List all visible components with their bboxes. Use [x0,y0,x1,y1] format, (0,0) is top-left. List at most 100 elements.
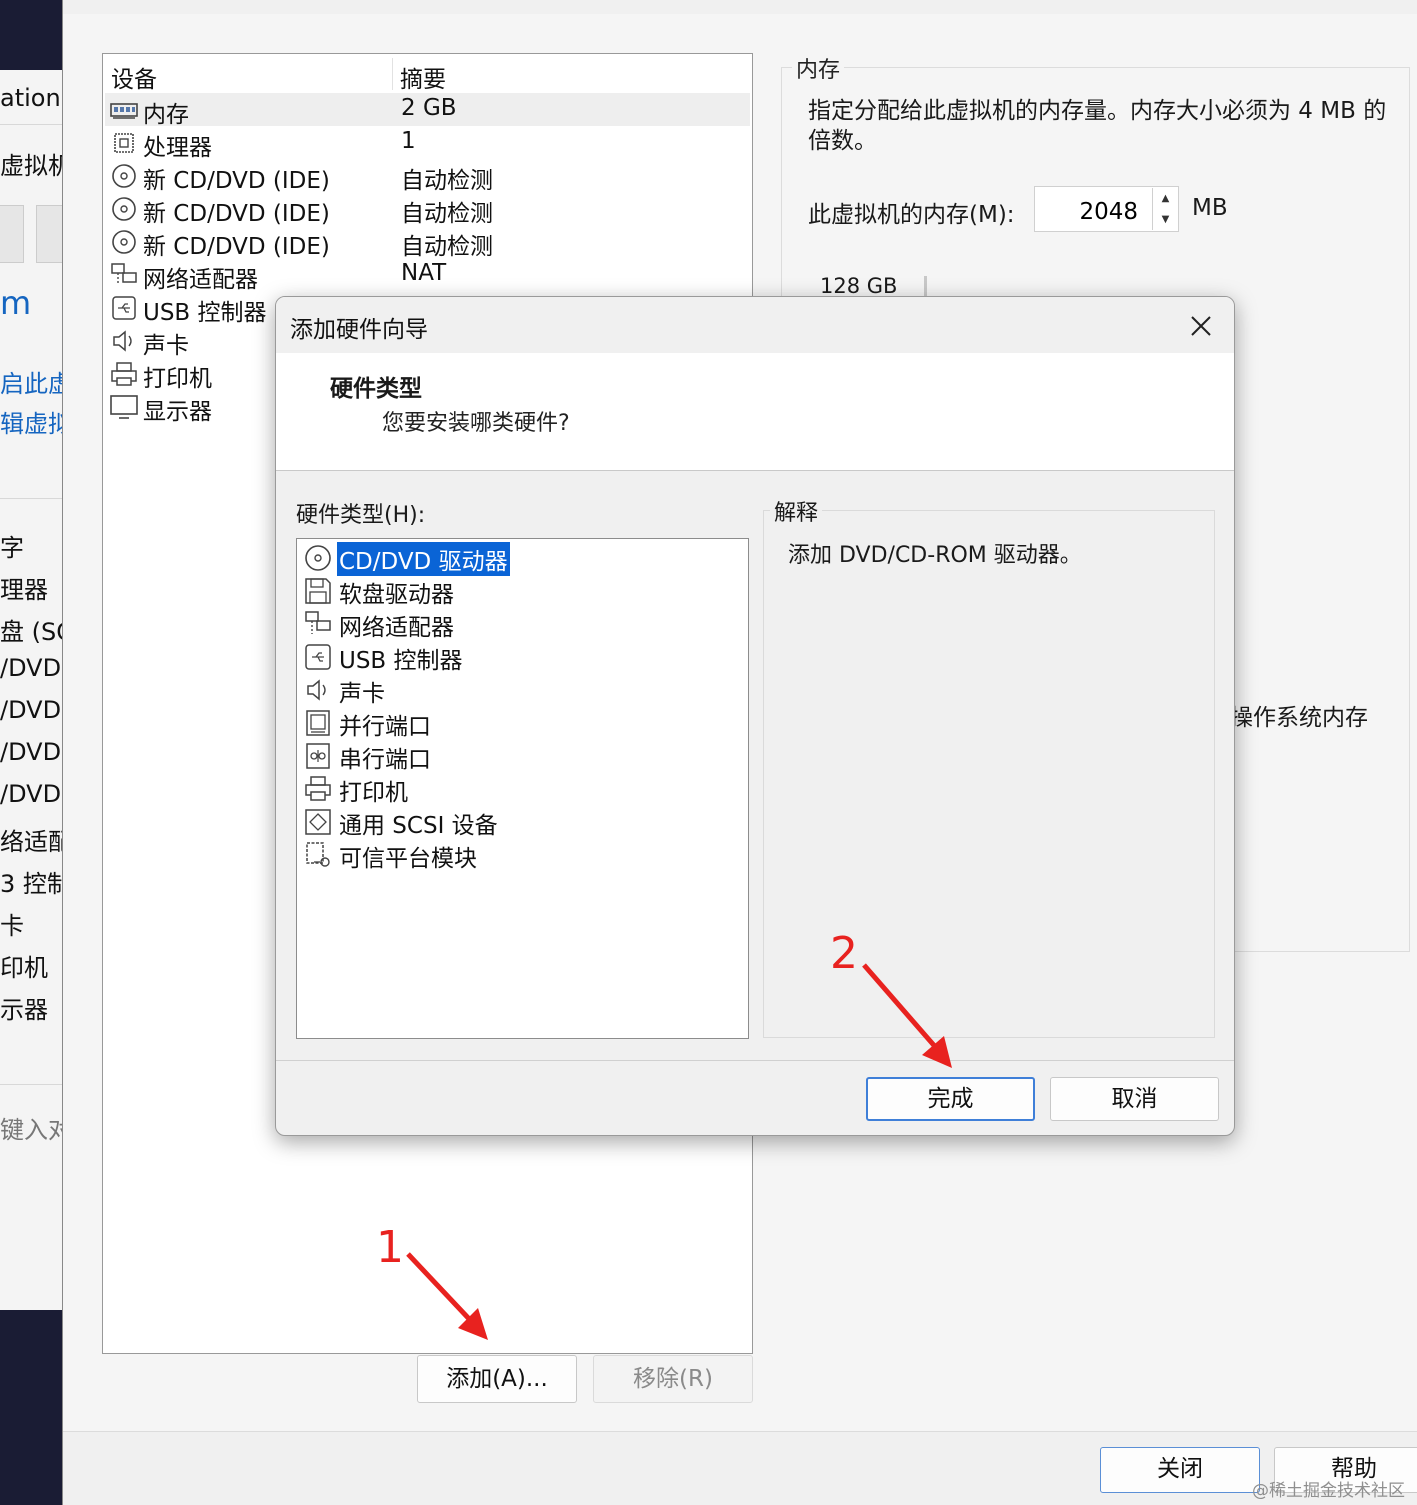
background-device-item: /DVD [0,780,62,808]
hardware-item-label: 软盘驱动器 [339,582,454,608]
cd-icon [305,545,331,571]
usb-icon [305,644,331,670]
device-name: USB 控制器 [143,300,267,326]
wizard-header: 硬件类型 您要安装哪类硬件? [276,353,1234,471]
memory-spinner[interactable]: ▲ ▼ [1152,188,1178,230]
sound-icon [113,330,132,352]
column-device[interactable]: 设备 [111,60,157,94]
device-summary: 自动检测 [401,201,493,227]
background-app-title: ation [0,84,61,112]
add-hardware-wizard: 添加硬件向导 硬件类型 您要安装哪类硬件? 硬件类型(H): CD/DVD 驱动… [275,296,1235,1136]
device-summary: 自动检测 [401,168,493,194]
device-summary: NAT [401,260,447,286]
printer-icon [111,362,137,386]
hardware-item-label: 并行端口 [339,714,431,740]
device-row-processor[interactable]: 处理器 1 [105,126,750,161]
background-link-edit[interactable]: 辑虚拟 [0,404,62,439]
wizard-footer-divider [276,1060,1234,1061]
wizard-subheading: 您要安装哪类硬件? [382,411,570,436]
hardware-item-label: CD/DVD 驱动器 [336,541,511,577]
hardware-item-label: 可信平台模块 [339,846,477,872]
network-icon [305,611,331,634]
column-divider [392,58,393,90]
memory-unit: MB [1192,195,1228,221]
device-name: 处理器 [143,135,212,161]
cancel-button[interactable]: 取消 [1050,1077,1219,1121]
tpm-icon [306,842,330,867]
background-device-item: 字 [0,534,24,562]
background-device-item: 3 控制 [0,870,62,898]
device-name: 网络适配器 [143,267,258,293]
os-memory-note: 操作系统内存 [1230,705,1368,731]
device-row-network[interactable]: 网络适配器 NAT [105,258,750,293]
device-row-cd-dvd[interactable]: 新 CD/DVD (IDE) 自动检测 [105,192,750,227]
wizard-title: 添加硬件向导 [290,317,428,343]
device-row-cd-dvd[interactable]: 新 CD/DVD (IDE) 自动检测 [105,159,750,194]
add-hardware-button[interactable]: 添加(A)... [417,1355,577,1403]
background-device-item: 盘 (SCS [0,618,62,646]
spin-down-icon[interactable]: ▼ [1153,209,1178,230]
background-device-item: 示器 [0,996,48,1024]
close-button[interactable]: 关闭 [1100,1447,1260,1493]
hardware-type-label: 硬件类型(H): [296,503,426,528]
memory-size-label: 此虚拟机的内存(M): [808,202,1015,228]
device-summary: 自动检测 [401,234,493,260]
memory-icon [110,103,138,119]
memory-group-title: 内存 [792,52,845,84]
network-icon [111,263,137,285]
background-device-item: 印机 [0,954,48,982]
device-name: 新 CD/DVD (IDE) [143,234,330,260]
usb-icon [112,296,136,320]
background-device-item: /DVD [0,738,62,766]
background-device-item: /DVD [0,654,62,682]
background-device-item: 理器 [0,576,48,604]
wizard-titlebar[interactable]: 添加硬件向导 [276,297,1234,353]
device-row-cd-dvd[interactable]: 新 CD/DVD (IDE) 自动检测 [105,225,750,260]
close-icon[interactable] [1184,309,1218,343]
device-name: 内存 [143,102,189,128]
annotation-step-1: 1 [376,1222,404,1273]
printer-icon [305,776,331,801]
background-device-item: /DVD [0,696,62,724]
hardware-item-label: 网络适配器 [339,615,454,641]
serial-port-icon [306,743,330,769]
cd-icon [112,164,136,188]
background-heading: m [0,284,32,322]
cpu-icon [114,133,134,153]
finish-button[interactable]: 完成 [866,1077,1035,1121]
background-divider [0,124,62,125]
background-device-item: 卡 [0,912,24,940]
display-icon [110,395,138,419]
cd-icon [112,197,136,221]
background-tab[interactable] [0,205,24,263]
hardware-item-label: 串行端口 [339,747,431,773]
parallel-port-icon [306,710,330,736]
device-name: 声卡 [143,333,189,359]
device-name: 显示器 [143,399,212,425]
hardware-item-label: 通用 SCSI 设备 [339,813,498,839]
device-summary: 2 GB [401,95,457,121]
background-device-item: 络适配 [0,828,62,856]
device-name: 打印机 [143,366,212,392]
scsi-icon [305,809,331,835]
column-summary[interactable]: 摘要 [400,60,446,94]
background-link-power-on[interactable]: 启此虚 [0,364,62,399]
hardware-type-list[interactable]: CD/DVD 驱动器 软盘驱动器 网络适配器 USB 控制器 声卡 并行端口 串… [296,538,749,1039]
memory-scale-max: 128 GB [820,274,898,298]
background-tab[interactable] [36,205,62,263]
explanation-text: 添加 DVD/CD-ROM 驱动器。 [788,543,1082,568]
hardware-item-label: 打印机 [339,780,408,806]
device-name: 新 CD/DVD (IDE) [143,168,330,194]
watermark: @稀土掘金技术社区 [1252,1481,1405,1501]
background-hint: 键入对 [0,1116,62,1144]
background-vm-label: 虚拟机 [0,152,62,180]
hardware-item-label: USB 控制器 [339,648,463,674]
memory-description: 指定分配给此虚拟机的内存量。内存大小必须为 4 MB 的倍数。 [808,98,1387,154]
sound-icon [307,679,326,701]
spin-up-icon[interactable]: ▲ [1153,188,1178,209]
cd-icon [112,230,136,254]
device-summary: 1 [401,128,416,154]
device-row-memory[interactable]: 内存 2 GB [105,93,750,128]
remove-hardware-button[interactable]: 移除(R) [593,1355,753,1403]
floppy-icon [305,578,331,604]
